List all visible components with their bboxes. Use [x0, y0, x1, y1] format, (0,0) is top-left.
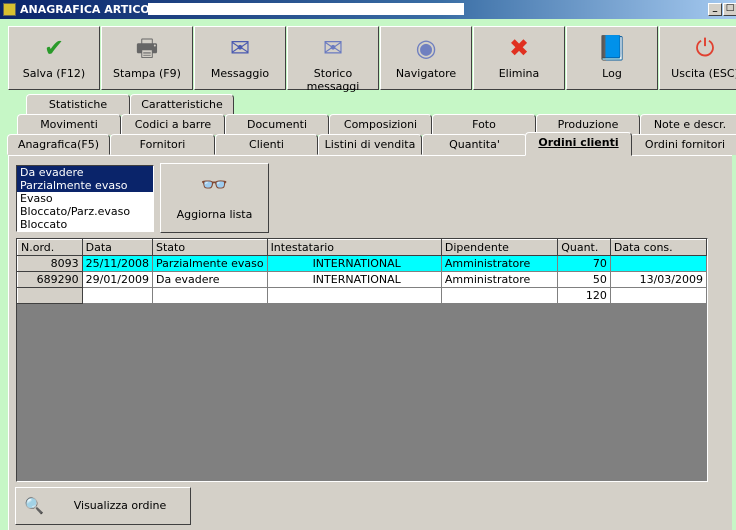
maximize-button[interactable]: □ — [723, 3, 736, 16]
tab-ordini-fornitori[interactable]: Ordini fornitori — [630, 134, 736, 155]
grid-cell: 689290 — [17, 271, 83, 288]
grid-cell: 29/01/2009 — [81, 271, 154, 288]
toolbar-button-messaggio[interactable]: ✉ Messaggio — [194, 26, 286, 90]
column-header[interactable]: Data cons. — [609, 239, 708, 256]
grid-cell — [17, 287, 83, 304]
toolbar-button-label: Elimina — [498, 67, 540, 80]
grid-cell — [266, 287, 442, 304]
grid-cell — [81, 287, 154, 304]
grid-cell — [440, 287, 559, 304]
tab-note-e-descr-[interactable]: Note e descr. — [640, 114, 736, 135]
toolbar-button-label: Storico messaggi — [306, 67, 360, 93]
grid-cell — [609, 255, 708, 272]
grid-cell: 120 — [557, 287, 611, 304]
title-bar: ANAGRAFICA ARTICOLI - _ □ — [0, 0, 736, 19]
grid-cell: 70 — [557, 255, 611, 272]
table-total-row: 120 — [17, 287, 708, 304]
tab-quantita-[interactable]: Quantita' — [422, 134, 527, 155]
tab-caratteristiche[interactable]: Caratteristiche — [130, 94, 234, 115]
refresh-list-label: Aggiorna lista — [176, 208, 253, 221]
status-option[interactable]: Parzialmente evaso — [17, 179, 153, 192]
toolbar-button-log[interactable]: 📘 Log — [566, 26, 658, 90]
grid-cell: INTERNATIONAL — [266, 271, 442, 288]
view-order-label: Visualizza ordine — [73, 499, 167, 512]
column-header[interactable]: Quant. — [557, 239, 611, 256]
tab-ordini-clienti[interactable]: Ordini clienti — [525, 132, 632, 156]
toolbar-button-salva-f12-[interactable]: ✔ Salva (F12) — [8, 26, 100, 90]
tab-documenti[interactable]: Documenti — [225, 114, 329, 135]
tab-movimenti[interactable]: Movimenti — [17, 114, 121, 135]
status-option[interactable]: Bloccato/Parz.evaso — [17, 205, 153, 218]
grid-cell: Parzialmente evaso — [152, 255, 268, 272]
envelope-pen-icon: ✉ — [229, 34, 251, 62]
grid-cell: Da evadere — [152, 271, 268, 288]
grid-cell: 50 — [557, 271, 611, 288]
tab-listini-di-vendita[interactable]: Listini di vendita — [318, 134, 422, 155]
toolbar-button-label: Navigatore — [395, 67, 457, 80]
grid-cell: INTERNATIONAL — [266, 255, 442, 272]
status-option[interactable]: Bloccato — [17, 218, 153, 231]
delete-x-icon: ✖ — [508, 34, 530, 62]
grid-cell: 25/11/2008 — [81, 255, 154, 272]
tab-composizioni[interactable]: Composizioni — [329, 114, 432, 135]
grid-cell: Amministratore — [440, 271, 559, 288]
column-header[interactable]: N.ord. — [17, 239, 83, 256]
grid-cell — [152, 287, 268, 304]
grid-cell: 13/03/2009 — [609, 271, 708, 288]
document-search-icon: 🔍 — [24, 496, 44, 515]
compass-icon: ◉ — [415, 34, 437, 62]
app-icon — [3, 3, 16, 16]
column-header[interactable]: Dipendente — [440, 239, 559, 256]
tab-statistiche[interactable]: Statistiche — [26, 94, 130, 115]
table-row[interactable]: 689290 29/01/2009 Da evadere INTERNATIONAL A… — [17, 271, 708, 288]
toolbar-button-stampa-f9-[interactable]: 🖶 Stampa (F9) — [101, 26, 193, 90]
grid-cell: 8093 — [17, 255, 83, 272]
toolbar-button-label: Stampa (F9) — [113, 67, 181, 80]
orders-grid[interactable]: N.ord. Data Stato Intestatario Dipendente Qua… — [16, 238, 708, 482]
toolbar-button-elimina[interactable]: ✖ Elimina — [473, 26, 565, 90]
printer-icon: 🖶 — [135, 34, 159, 62]
binoculars-icon: 👓 — [200, 173, 229, 198]
grid-cell — [609, 287, 708, 304]
minimize-button[interactable]: _ — [708, 3, 722, 16]
grid-cell: Amministratore — [440, 255, 559, 272]
column-header[interactable]: Stato — [152, 239, 268, 256]
check-icon: ✔ — [43, 34, 65, 62]
tab-clienti[interactable]: Clienti — [215, 134, 318, 155]
table-row[interactable]: 8093 25/11/2008 Parzialmente evaso INTERNAT… — [17, 255, 708, 272]
column-header[interactable]: Data — [81, 239, 154, 256]
toolbar-button-label: Log — [602, 67, 622, 80]
toolbar-button-label: Uscita (ESC) — [671, 67, 736, 80]
toolbar-button-navigatore[interactable]: ◉ Navigatore — [380, 26, 472, 90]
title-redaction — [148, 3, 464, 15]
orders-table: N.ord. Data Stato Intestatario Dipendente Qua… — [17, 239, 708, 304]
status-option[interactable]: Da evadere — [17, 166, 153, 179]
grid-header-row: N.ord. Data Stato Intestatario Dipendente Qua… — [17, 239, 708, 256]
tab-anagrafica-f5-[interactable]: Anagrafica(F5) — [7, 134, 110, 155]
refresh-list-button[interactable]: 👓 Aggiorna lista — [160, 163, 269, 233]
toolbar-button-label: Salva (F12) — [22, 67, 86, 80]
tab-foto[interactable]: Foto — [432, 114, 536, 135]
column-header[interactable]: Intestatario — [266, 239, 442, 256]
tab-codici-a-barre[interactable]: Codici a barre — [121, 114, 225, 135]
toolbar-button-uscita-esc-[interactable]: ⏻ Uscita (ESC) — [659, 26, 736, 90]
view-order-button[interactable]: 🔍 Visualizza ordine — [15, 487, 191, 525]
tab-fornitori[interactable]: Fornitori — [110, 134, 215, 155]
window-title: ANAGRAFICA ARTICOLI - — [20, 3, 170, 16]
toolbar-button-label: Messaggio — [210, 67, 270, 80]
status-filter-list[interactable]: Da evadere Parzialmente evaso Evaso Bloccat… — [16, 165, 154, 232]
envelope-search-icon: ✉ — [322, 34, 344, 62]
status-option[interactable]: Evaso — [17, 192, 153, 205]
toolbar-button-storico-messaggi[interactable]: ✉ Storico messaggi — [287, 26, 379, 93]
book-search-icon: 📘 — [597, 34, 627, 62]
power-icon: ⏻ — [695, 34, 715, 62]
